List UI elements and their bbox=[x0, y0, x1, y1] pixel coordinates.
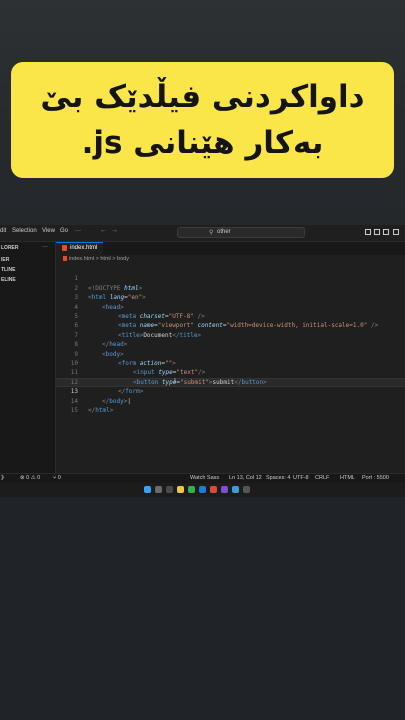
arrow-left-icon[interactable]: ← bbox=[100, 227, 107, 234]
title-bar: dit Selection View Go ··· ← → ⚲ other bbox=[0, 225, 405, 242]
app-icon[interactable] bbox=[243, 486, 250, 493]
encoding[interactable]: UTF-8 bbox=[293, 475, 309, 481]
code-line: 5 <meta name="viewport" content="width=d… bbox=[56, 303, 405, 329]
banner-line-1: داواکردنی فیڵدێک بێ bbox=[40, 79, 365, 115]
search-input[interactable]: other bbox=[217, 229, 231, 235]
toggle-secondary-sidebar-icon[interactable] bbox=[383, 229, 389, 235]
indentation[interactable]: Spaces: 4 bbox=[266, 475, 290, 481]
code-line: 11 <button type="submit">submit</button> bbox=[56, 359, 405, 385]
code-line: 4 <meta charset="UTF-8" /> bbox=[56, 293, 405, 320]
vscode-window: dit Selection View Go ··· ← → ⚲ other LO… bbox=[0, 225, 405, 497]
code-line: 12 </form> bbox=[56, 368, 405, 395]
tab-label: index.html bbox=[70, 245, 98, 251]
cursor-position[interactable]: Ln 13, Col 12 bbox=[229, 475, 262, 481]
code-line: 2 <html lang="en"> bbox=[56, 274, 405, 301]
tab-index-html[interactable]: index.html bbox=[56, 242, 103, 255]
menu-more[interactable]: ··· bbox=[75, 228, 81, 234]
breadcrumb-html[interactable]: html bbox=[100, 256, 110, 262]
sidebar-section-outline[interactable]: TLINE bbox=[1, 267, 15, 273]
toggle-panel-icon[interactable] bbox=[374, 229, 380, 235]
code-line: 15 bbox=[56, 397, 405, 414]
toggle-sidebar-icon[interactable] bbox=[365, 229, 371, 235]
html5-icon bbox=[63, 256, 67, 261]
title-banner: داواکردنی فیڵدێک بێ بەکار هێنانی js. bbox=[11, 62, 394, 178]
breadcrumb: index.html > html > body bbox=[63, 256, 129, 262]
code-line: 7 </head> bbox=[56, 321, 405, 348]
breadcrumb-file[interactable]: index.html bbox=[69, 256, 94, 262]
explorer-header: LORER bbox=[1, 245, 19, 251]
tab-bar: index.html bbox=[56, 242, 405, 255]
ports-indicator[interactable]: ⑂ 0 bbox=[53, 475, 61, 481]
explorer-sidebar: LORER ··· IER TLINE ELINE bbox=[0, 242, 56, 473]
menu-view[interactable]: View bbox=[42, 228, 55, 234]
video-background-bottom bbox=[0, 497, 405, 720]
customize-layout-icon[interactable] bbox=[393, 229, 399, 235]
task-view-icon[interactable] bbox=[166, 486, 173, 493]
code-line: 13 </body>| bbox=[56, 378, 405, 404]
remote-icon[interactable]: ⟫ bbox=[1, 475, 4, 481]
more-actions-icon[interactable]: ··· bbox=[42, 244, 48, 250]
code-line: 1 <!DOCTYPE html> bbox=[56, 265, 405, 291]
menu-selection[interactable]: Selection bbox=[12, 228, 37, 234]
breadcrumb-separator: > bbox=[95, 256, 99, 262]
breadcrumb-separator: > bbox=[112, 256, 116, 262]
html5-icon bbox=[62, 245, 67, 251]
code-line: 6 <title>Document</title> bbox=[56, 312, 405, 338]
code-line: 10 <input type="text"/> bbox=[56, 350, 405, 376]
line-number: 15 bbox=[70, 407, 78, 414]
code-line: 9 <form action=""> bbox=[56, 340, 405, 367]
app-icon[interactable] bbox=[221, 486, 228, 493]
watch-sass-button[interactable]: Watch Sass bbox=[190, 475, 219, 481]
windows-taskbar bbox=[0, 483, 405, 497]
live-server-port[interactable]: Port : 5500 bbox=[362, 475, 389, 481]
problems-indicator[interactable]: ⊗ 0 ⚠ 0 bbox=[20, 475, 40, 481]
app-icon[interactable] bbox=[232, 486, 239, 493]
start-icon[interactable] bbox=[144, 486, 151, 493]
banner-line-2: بەکار هێنانی js. bbox=[81, 125, 324, 161]
code-line: 8 <body> bbox=[56, 331, 405, 357]
command-center-search[interactable]: ⚲ other bbox=[177, 227, 305, 238]
sidebar-section-folder[interactable]: IER bbox=[1, 257, 9, 263]
code-content: </html> bbox=[88, 407, 114, 414]
file-explorer-icon[interactable] bbox=[177, 486, 184, 493]
app-icon[interactable] bbox=[210, 486, 217, 493]
chrome-icon[interactable] bbox=[188, 486, 195, 493]
language-mode[interactable]: HTML bbox=[340, 475, 355, 481]
menu-go[interactable]: Go bbox=[60, 228, 68, 234]
arrow-right-icon[interactable]: → bbox=[111, 227, 118, 234]
text-cursor-icon: I bbox=[174, 378, 176, 385]
breadcrumb-body[interactable]: body bbox=[117, 256, 129, 262]
search-icon: ⚲ bbox=[209, 230, 214, 236]
line-ending[interactable]: CRLF bbox=[315, 475, 329, 481]
code-line: 14 </html> bbox=[56, 387, 405, 414]
code-editor[interactable]: 1 <!DOCTYPE html> 2 <html lang="en"> 3 <… bbox=[56, 265, 405, 473]
search-icon[interactable] bbox=[155, 486, 162, 493]
vscode-icon[interactable] bbox=[199, 486, 206, 493]
menu-edit[interactable]: dit bbox=[0, 228, 6, 234]
sidebar-section-timeline[interactable]: ELINE bbox=[1, 277, 16, 283]
code-line: 3 <head> bbox=[56, 284, 405, 310]
